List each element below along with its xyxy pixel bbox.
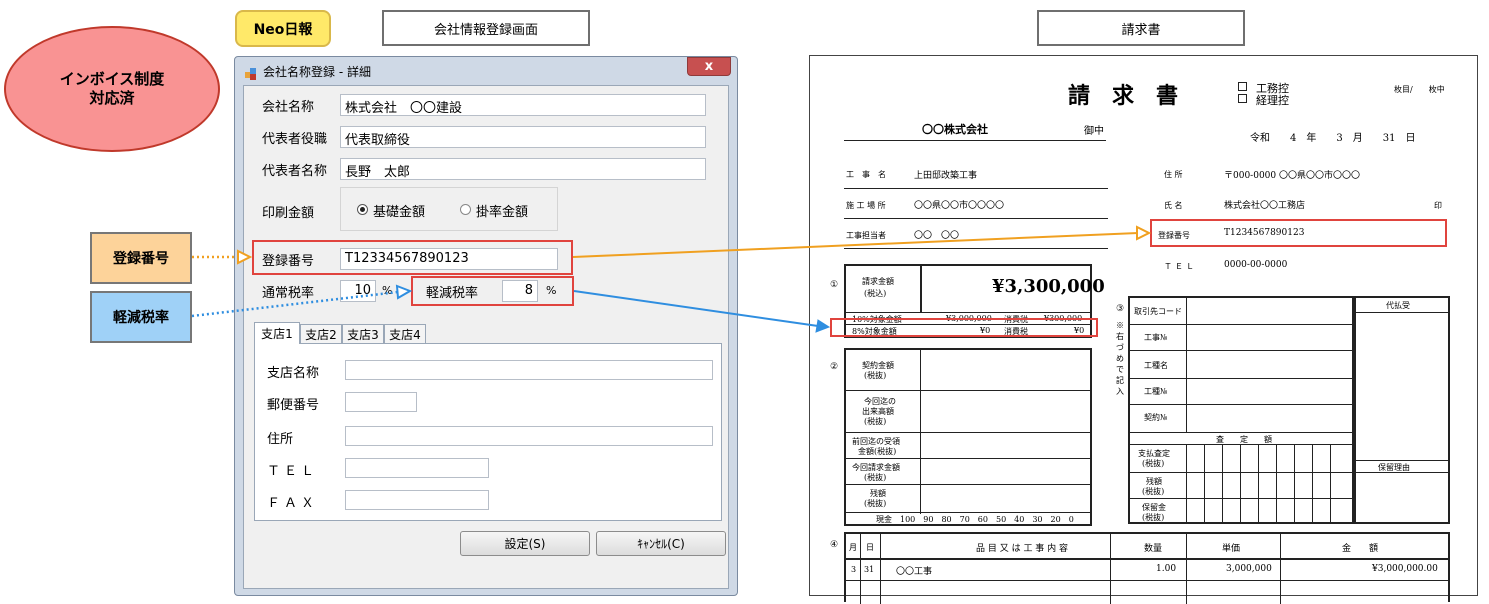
reduced-arrowhead-left [395, 284, 413, 300]
reduced-dotted-connector [191, 290, 399, 318]
connector-arrows [191, 225, 1152, 333]
reg-arrowhead-right [1136, 225, 1152, 241]
reg-arrowhead-left [237, 249, 253, 265]
reduced-arrowhead-right [815, 319, 831, 333]
reduced-solid-connector [573, 290, 819, 327]
reg-solid-connector [572, 232, 1139, 258]
tab-branch1[interactable]: 支店1 [254, 322, 300, 344]
